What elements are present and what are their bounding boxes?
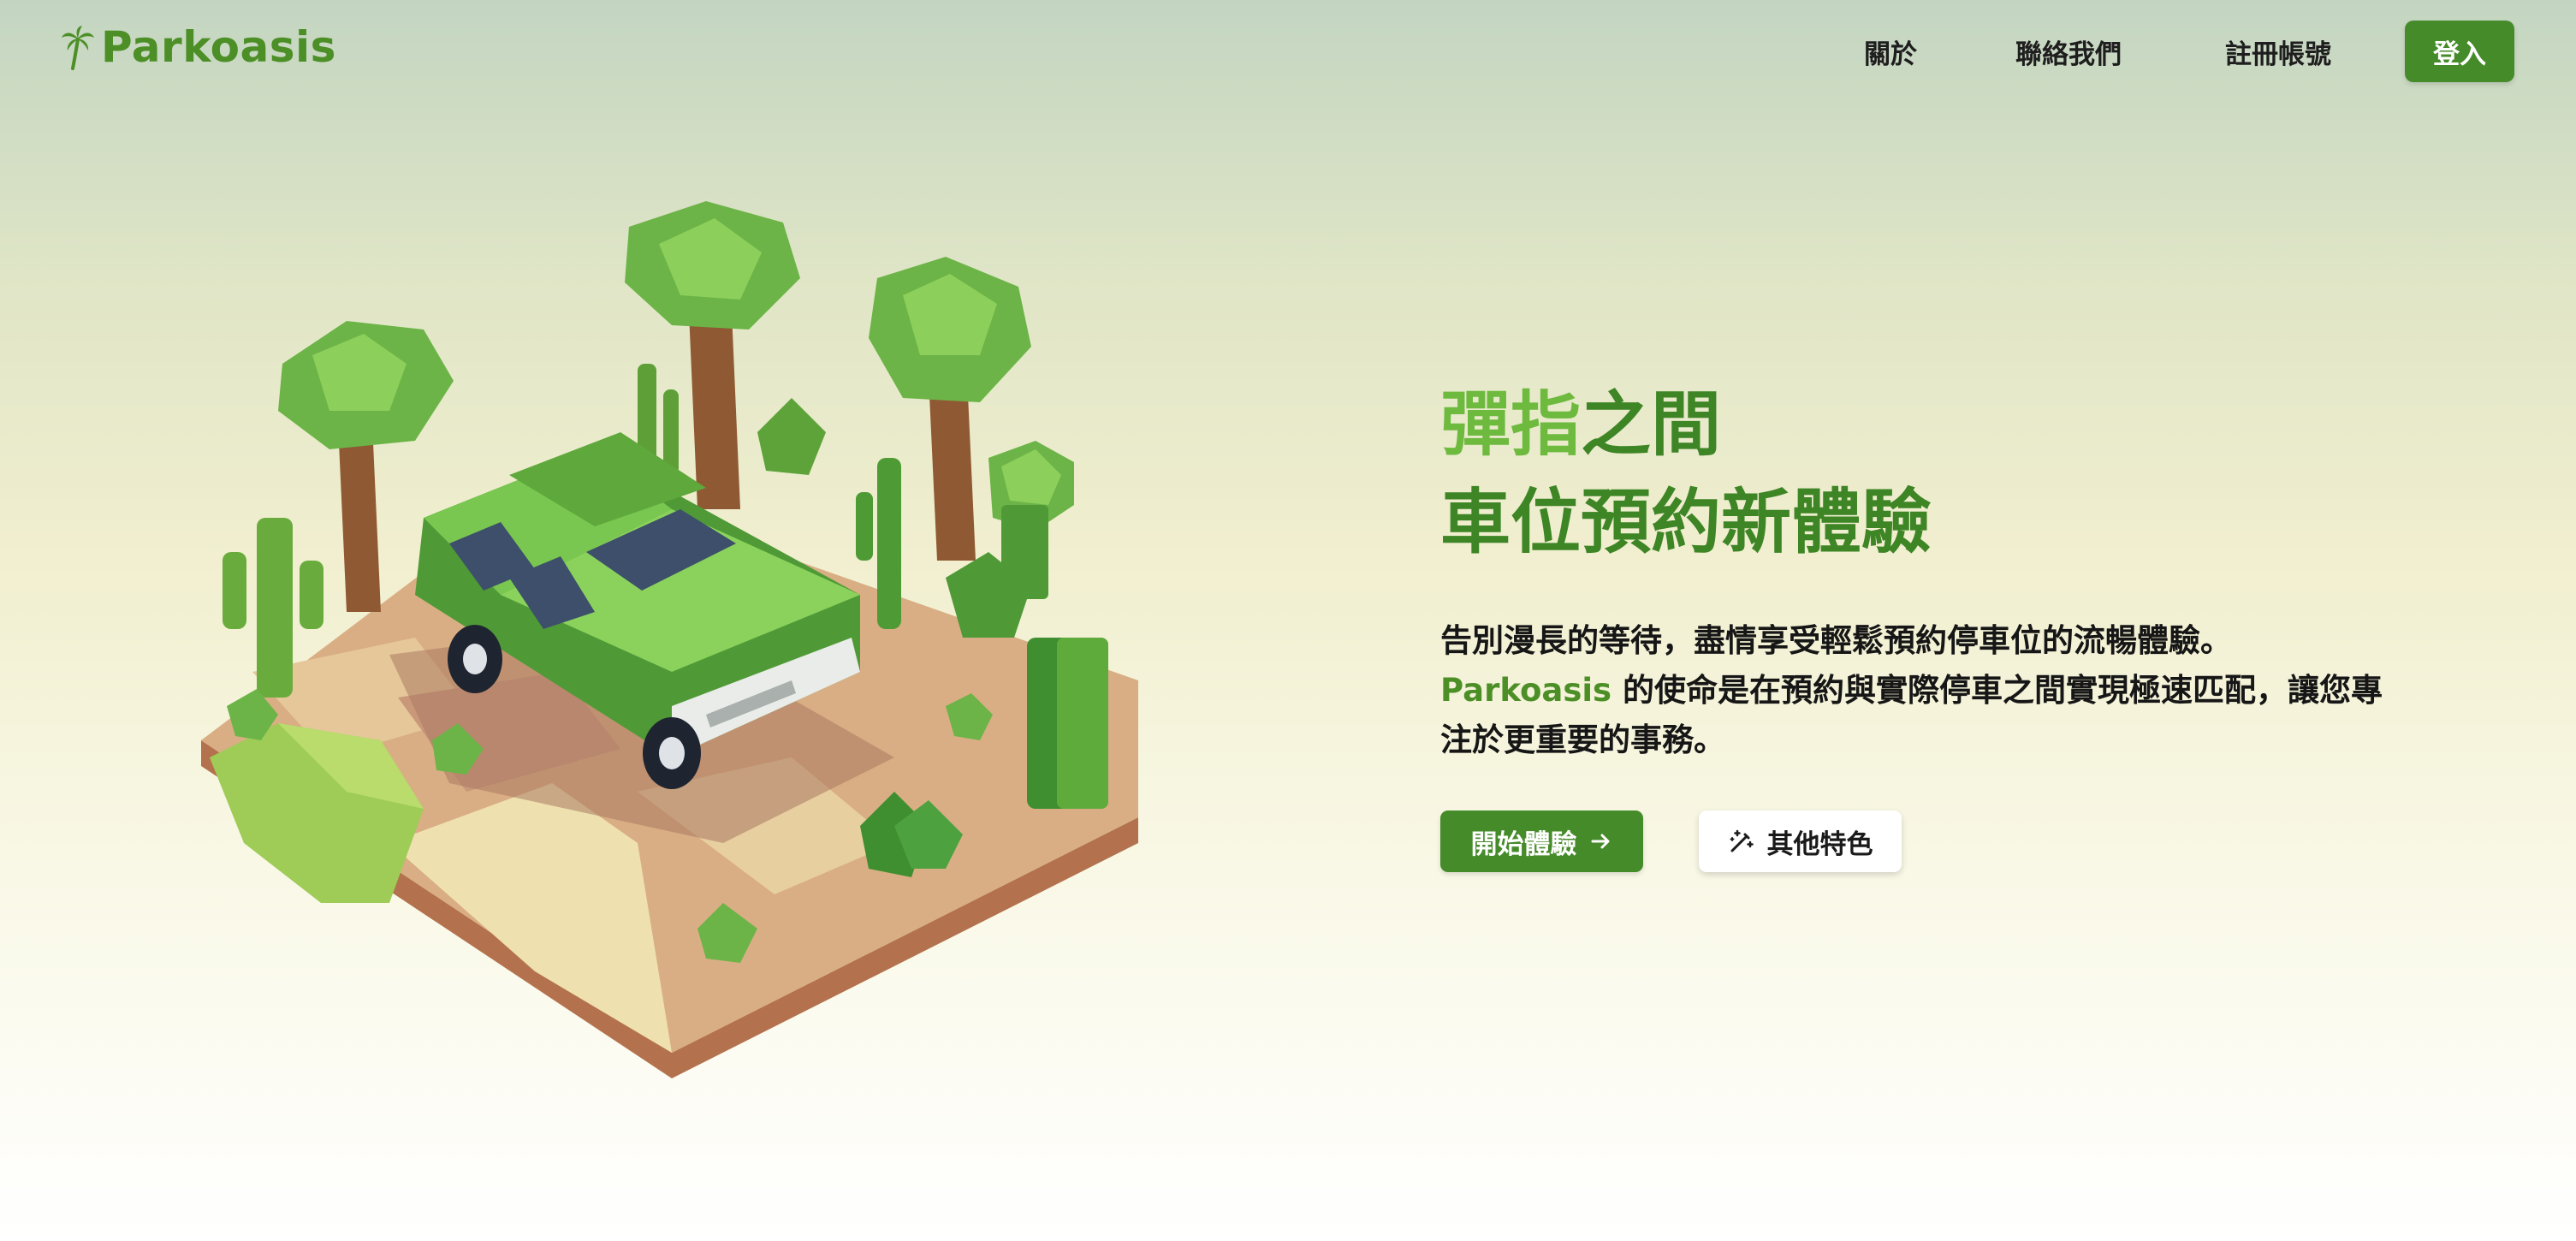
brand-logo-link[interactable]: Parkoasis: [60, 22, 336, 72]
arrow-right-icon: [1591, 834, 1609, 849]
nav-link-register[interactable]: 註冊帳號: [2225, 33, 2331, 71]
top-navbar: Parkoasis 關於 聯絡我們 註冊帳號 登入: [0, 0, 2576, 103]
headline-accent: 彈指: [1440, 384, 1582, 466]
nav-link-about[interactable]: 關於: [1864, 33, 1917, 71]
hero-description: 告別漫長的等待，盡情享受輕鬆預約停車位的流暢體驗。 Parkoasis 的使命是…: [1440, 616, 2399, 765]
login-button[interactable]: 登入: [2405, 21, 2514, 82]
brand-name: Parkoasis: [101, 22, 336, 72]
desc-line1: 告別漫長的等待，盡情享受輕鬆預約停車位的流暢體驗。: [1440, 622, 2232, 659]
headline-rest: 之間: [1581, 384, 1722, 466]
start-experience-button[interactable]: 開始體驗: [1440, 811, 1643, 872]
start-experience-label: 開始體驗: [1470, 828, 1577, 860]
hero-headline: 彈指之間 車位預約新體驗: [1440, 377, 1932, 572]
headline-line2: 車位預約新體驗: [1440, 482, 1932, 563]
low-poly-car-oasis-illustration: [201, 201, 1138, 1078]
nav-link-contact[interactable]: 聯絡我們: [2015, 33, 2122, 71]
desc-brand-name: Parkoasis: [1440, 672, 1612, 709]
other-features-label: 其他特色: [1766, 828, 1873, 860]
palm-tree-icon: [62, 26, 94, 70]
other-features-button[interactable]: 其他特色: [1699, 811, 1902, 872]
magic-wand-icon: [1730, 829, 1754, 852]
